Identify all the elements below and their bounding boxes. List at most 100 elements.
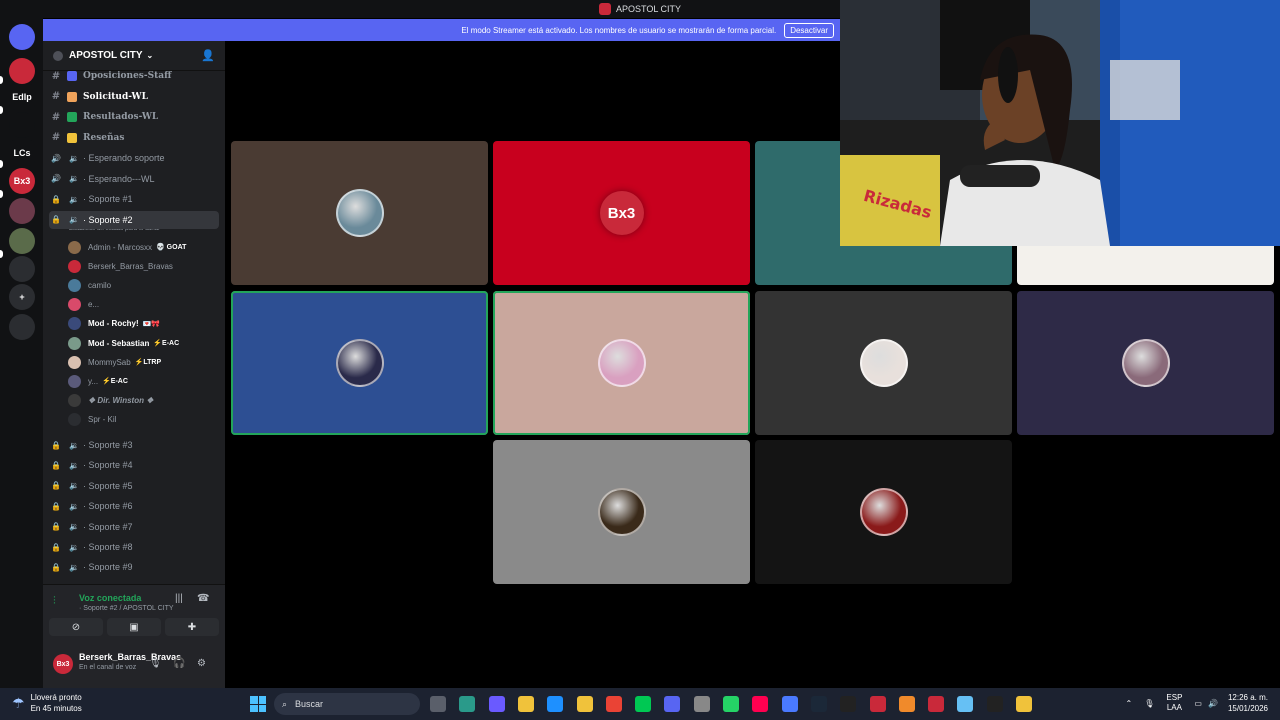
invite-people-icon[interactable]: 👤 <box>201 49 215 62</box>
server-rail-item[interactable] <box>9 24 35 50</box>
screen-share-button[interactable]: ▣ <box>107 618 161 636</box>
taskbar-app-icon[interactable] <box>898 696 915 712</box>
video-tile[interactable] <box>1017 291 1274 435</box>
taskbar-app-icon[interactable] <box>723 696 739 712</box>
voice-channel[interactable]: 🔒 🔉 · Soporte #9 <box>49 558 219 576</box>
server-rail-item[interactable] <box>9 228 35 254</box>
member-tag: 💌🎀 <box>142 320 161 328</box>
taskbar-app-icon[interactable] <box>781 696 798 712</box>
taskbar-app-icon[interactable] <box>752 696 769 712</box>
disconnect-icon[interactable]: ☎ <box>197 593 209 604</box>
weather-widget[interactable]: ☂ Lloverá pronto En 45 minutos <box>12 692 82 714</box>
server-rail-item[interactable] <box>9 314 35 340</box>
voice-channel[interactable]: 🔊 🔉 · Esperando soporte <box>49 149 219 167</box>
video-tile[interactable] <box>755 440 1012 584</box>
member-avatar <box>68 240 81 254</box>
voice-channel[interactable]: 🔒 🔉 · Soporte #7 <box>49 518 219 536</box>
video-tile[interactable]: Bx3 <box>493 141 750 285</box>
voice-member[interactable]: Mod - Sebastian ⚡E-AC <box>68 334 218 352</box>
taskbar-app-icon[interactable] <box>576 696 593 712</box>
taskbar-app-icon[interactable] <box>928 696 945 712</box>
settings-gear-icon[interactable]: ⚙ <box>197 658 206 669</box>
voice-channel[interactable]: 🔒 🔉 · Soporte #3 <box>49 436 219 454</box>
taskbar-app-icon[interactable] <box>664 696 681 712</box>
member-avatar <box>68 336 81 350</box>
server-rail-item[interactable] <box>9 198 35 224</box>
unread-indicator <box>0 106 3 114</box>
server-rail-item[interactable]: Bx3 <box>9 168 35 194</box>
server-rail-item[interactable] <box>9 256 35 282</box>
text-channel[interactable]: # Resultados-WL <box>49 108 219 126</box>
voice-channel[interactable]: 🔒 🔉 · Soporte #5 <box>49 477 219 495</box>
taskbar-app-icon[interactable] <box>635 696 652 712</box>
channel-name: Solicitud-WL <box>83 91 148 102</box>
lock-icon: 🔒 <box>51 542 61 552</box>
voice-channel[interactable]: 🔒 🔉 · Soporte #8 <box>49 538 219 556</box>
channel-name: · Soporte #2 <box>82 214 133 225</box>
voice-channel[interactable]: 🔒 🔉 · Soporte #2 <box>49 210 219 229</box>
video-tile[interactable] <box>755 291 1012 435</box>
taskbar-app-icon[interactable] <box>430 696 446 712</box>
language-indicator[interactable]: ESP LAA <box>1166 693 1182 713</box>
server-rail: Edlp LCs Bx3 + <box>0 18 43 688</box>
clock[interactable]: 12:26 a. m. 15/01/2026 <box>1228 692 1268 714</box>
headphones-icon[interactable]: 🎧 <box>173 658 185 669</box>
channel-name: · Esperando---WL <box>82 173 155 184</box>
voice-member[interactable]: Berserk_Barras_Bravas <box>68 257 218 275</box>
taskbar-app-icon[interactable] <box>957 696 974 712</box>
voice-member[interactable]: Mod - Rochy! 💌🎀 <box>68 315 218 333</box>
voice-channel[interactable]: 🔒 🔉 · Soporte #4 <box>49 456 219 474</box>
server-rail-item[interactable] <box>9 58 35 84</box>
voice-member[interactable]: camilo <box>68 276 218 294</box>
noise-suppression-icon[interactable]: ||| <box>175 593 183 604</box>
taskbar-search[interactable]: ⌕ Buscar <box>274 693 420 715</box>
user-name[interactable]: Berserk_Barras_Bravas <box>79 652 181 662</box>
taskbar-app-icon[interactable] <box>547 696 564 712</box>
chevron-up-icon[interactable]: ⌃ <box>1126 699 1133 708</box>
taskbar-app-icon[interactable] <box>517 696 534 712</box>
voice-member[interactable]: Spr - Kil <box>68 411 218 429</box>
server-rail-item[interactable]: LCs <box>9 140 35 166</box>
voice-member[interactable]: y... ⚡E-AC <box>68 372 218 390</box>
server-rail-item[interactable]: + <box>9 284 35 310</box>
camera-off-button[interactable]: ⊘ <box>49 618 103 636</box>
disable-streamer-button[interactable]: Desactivar <box>784 22 834 38</box>
taskbar-app-icon[interactable] <box>1016 696 1032 712</box>
text-channel[interactable]: # Oposiciones-Staff <box>49 67 219 85</box>
taskbar-app-icon[interactable] <box>869 696 886 712</box>
video-tile[interactable] <box>231 141 488 285</box>
volume-icon[interactable]: 🔊 <box>1208 699 1218 708</box>
server-rail-item[interactable] <box>9 112 35 138</box>
voice-member[interactable]: ❖ Dir. Winston ❖ <box>68 392 218 410</box>
user-avatar[interactable]: Bx3 <box>53 654 73 674</box>
text-channel[interactable]: # Reseñas <box>49 129 219 147</box>
member-avatar <box>68 317 81 331</box>
taskbar-app-icon[interactable] <box>488 696 505 712</box>
activities-button[interactable]: ✚ <box>165 618 219 636</box>
voice-member[interactable]: Admin - Marcosxx 💀 GOAT <box>68 238 218 256</box>
taskbar-app-icon[interactable] <box>810 696 827 712</box>
taskbar-app-icon[interactable] <box>986 696 1003 712</box>
voice-member[interactable]: MommySab ⚡LTRP <box>68 353 218 371</box>
microphone-tray-icon[interactable]: 🎙 <box>1144 699 1154 708</box>
video-tile[interactable] <box>493 440 750 584</box>
channel-sidebar: APOSTOL CITY ⌄ 👤 Establece un estado par… <box>43 41 225 688</box>
voice-status[interactable]: Voz conectada <box>79 593 141 603</box>
voice-channel[interactable]: 🔊 🔉 · Esperando---WL <box>49 170 219 188</box>
video-tile[interactable] <box>231 291 488 435</box>
participant-avatar <box>859 339 908 387</box>
windows-start-icon[interactable] <box>250 696 266 712</box>
microphone-icon[interactable]: 🎙 <box>149 658 162 669</box>
voice-channel[interactable]: 🔒 🔉 · Soporte #1 <box>49 190 219 208</box>
voice-location[interactable]: · Soporte #2 / APOSTOL CITY <box>79 605 174 612</box>
taskbar-app-icon[interactable] <box>459 696 476 712</box>
taskbar-app-icon[interactable] <box>693 696 710 712</box>
voice-member[interactable]: e... <box>68 296 218 314</box>
taskbar-app-icon[interactable] <box>605 696 622 712</box>
video-tile[interactable] <box>493 291 750 435</box>
server-rail-item[interactable]: Edlp <box>9 84 35 110</box>
text-channel[interactable]: # Solicitud-WL <box>49 88 219 106</box>
voice-channel[interactable]: 🔒 🔉 · Soporte #6 <box>49 497 219 515</box>
taskbar-app-icon[interactable] <box>840 696 857 712</box>
network-icon[interactable]: ▭ <box>1194 699 1202 708</box>
